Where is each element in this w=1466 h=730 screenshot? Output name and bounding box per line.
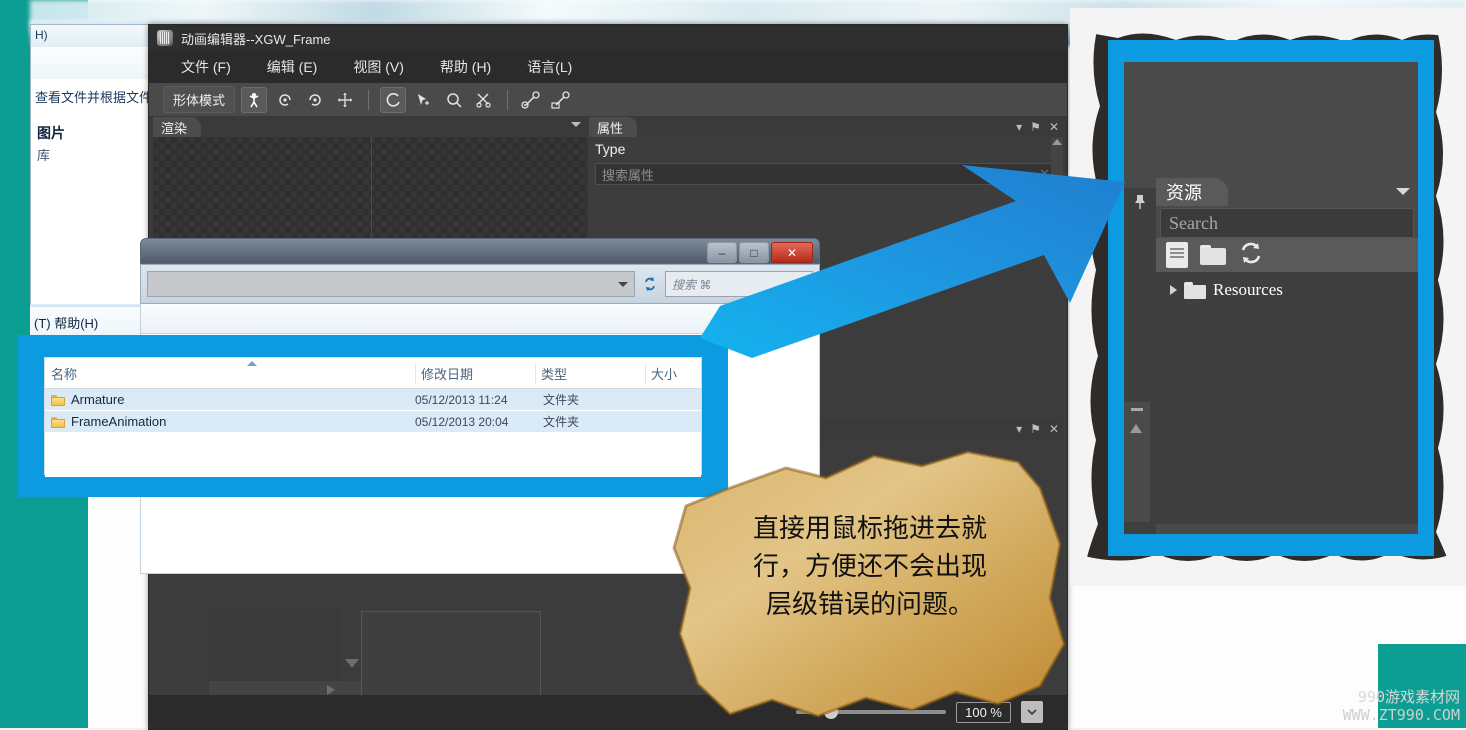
menu-view[interactable]: 视图 (V) bbox=[335, 57, 422, 77]
watermark: 990游戏素材网 WWW.ZT990.COM bbox=[1343, 688, 1460, 724]
highlight-callout-box: 名称 修改日期 类型 大小 Armature 05/12/2013 11:24 … bbox=[18, 335, 728, 497]
note-line-3: 层级错误的问题。 bbox=[765, 590, 974, 620]
note-line-2: 行，方便还不会出现 bbox=[752, 552, 987, 582]
explorer-menu-fragment-top: H) bbox=[35, 28, 48, 42]
chevron-down-icon[interactable] bbox=[1396, 188, 1410, 195]
rail-marker bbox=[1131, 408, 1143, 411]
file-name: FrameAnimation bbox=[71, 414, 167, 429]
editor-title-text: 动画编辑器--XGW_Frame bbox=[181, 31, 331, 47]
file-type: 文件夹 bbox=[543, 393, 580, 407]
table-row[interactable]: FrameAnimation 05/12/2013 20:04 文件夹 bbox=[45, 411, 701, 433]
properties-type-label: Type bbox=[595, 141, 626, 157]
column-divider-3[interactable] bbox=[645, 364, 646, 384]
resources-toolbar bbox=[1156, 238, 1418, 272]
inset-editor-region: 资源 Search Resources bbox=[1124, 62, 1418, 534]
watermark-line-2: WWW.ZT990.COM bbox=[1342, 706, 1460, 724]
refresh-icon[interactable] bbox=[639, 273, 661, 295]
menu-help[interactable]: 帮助 (H) bbox=[422, 57, 509, 77]
zoom-icon[interactable] bbox=[442, 88, 466, 112]
menu-language[interactable]: 语言(L) bbox=[509, 57, 590, 77]
move-icon[interactable] bbox=[333, 88, 357, 112]
arrow-up-right-icon bbox=[700, 160, 1160, 360]
folder-icon bbox=[1184, 281, 1206, 299]
lower-panel-collapse-icon[interactable]: ▾ bbox=[1016, 422, 1022, 436]
editor-title-bar: 动画编辑器--XGW_Frame bbox=[149, 25, 1067, 51]
address-input[interactable] bbox=[147, 271, 635, 297]
menu-edit[interactable]: 编辑 (E) bbox=[249, 57, 336, 77]
bone-tool-alt-icon[interactable] bbox=[549, 88, 573, 112]
new-document-icon[interactable] bbox=[1166, 242, 1188, 268]
refresh-icon[interactable] bbox=[1238, 241, 1264, 270]
column-header-type[interactable]: 类型 bbox=[535, 358, 645, 388]
lower-panel-pin-icon[interactable]: ⚑ bbox=[1030, 422, 1041, 436]
timeline-caret-icon[interactable] bbox=[345, 659, 359, 668]
nav-item-library[interactable]: 库 bbox=[37, 145, 50, 164]
menu-file[interactable]: 文件 (F) bbox=[163, 57, 249, 77]
undo-icon[interactable] bbox=[273, 88, 297, 112]
render-panel-tabrow: 渲染 bbox=[153, 117, 587, 137]
timeline-preview-box[interactable] bbox=[209, 609, 339, 681]
editor-toolbar: 形体模式 bbox=[149, 83, 1067, 117]
select-arrow-icon[interactable] bbox=[412, 88, 436, 112]
column-header-date[interactable]: 修改日期 bbox=[415, 358, 535, 388]
column-header-name[interactable]: 名称 bbox=[45, 358, 415, 388]
properties-search-placeholder: 搜索属性 bbox=[602, 167, 655, 183]
file-list-empty-area[interactable] bbox=[45, 433, 701, 477]
resources-search-input[interactable]: Search bbox=[1160, 208, 1414, 238]
panel-pin-icon[interactable]: ⚑ bbox=[1030, 120, 1041, 134]
folder-icon bbox=[51, 394, 65, 406]
panel-collapse-icon[interactable]: ▾ bbox=[1016, 120, 1022, 134]
file-type: 文件夹 bbox=[543, 415, 580, 429]
explorer-description: 查看文件并根据文件夹 bbox=[35, 90, 166, 105]
file-date: 05/12/2013 11:24 bbox=[415, 392, 508, 407]
column-header-size[interactable]: 大小 bbox=[645, 358, 701, 388]
tab-properties[interactable]: 属性 bbox=[589, 117, 638, 137]
file-name: Armature bbox=[71, 392, 125, 407]
sort-ascending-icon bbox=[247, 361, 257, 366]
file-list: 名称 修改日期 类型 大小 Armature 05/12/2013 11:24 … bbox=[44, 357, 702, 477]
column-divider-2[interactable] bbox=[535, 364, 536, 384]
toolbar-divider-1 bbox=[368, 89, 370, 110]
toolbar-divider-2 bbox=[507, 89, 509, 110]
note-line-1: 直接用鼠标拖进去就 bbox=[752, 514, 987, 544]
tab-resources[interactable]: 资源 bbox=[1156, 178, 1228, 206]
chevron-down-icon[interactable] bbox=[571, 122, 581, 127]
panel-close-icon[interactable]: ✕ bbox=[1049, 120, 1059, 134]
parchment-note: 直接用鼠标拖进去就 行，方便还不会出现 层级错误的问题。 bbox=[668, 448, 1080, 728]
scroll-up-icon[interactable] bbox=[1052, 139, 1062, 145]
character-pose-icon[interactable] bbox=[241, 86, 268, 113]
parchment-text: 直接用鼠标拖进去就 行，方便还不会出现 层级错误的问题。 bbox=[720, 510, 1020, 624]
tree-item-resources[interactable]: Resources bbox=[1156, 280, 1418, 300]
file-date: 05/12/2013 20:04 bbox=[415, 414, 509, 429]
lower-panel-close-icon[interactable]: ✕ bbox=[1049, 422, 1059, 436]
resources-tree: Resources bbox=[1156, 272, 1418, 524]
redo-icon[interactable] bbox=[303, 88, 327, 112]
new-folder-icon[interactable] bbox=[1200, 245, 1226, 265]
shape-mode-button[interactable]: 形体模式 bbox=[163, 86, 236, 113]
play-icon[interactable] bbox=[327, 685, 335, 695]
triangle-right-icon[interactable] bbox=[1170, 285, 1177, 295]
folder-icon bbox=[51, 416, 65, 428]
inset-side-rail bbox=[1124, 402, 1150, 522]
bone-cut-icon[interactable] bbox=[472, 88, 496, 112]
rotate-icon[interactable] bbox=[380, 86, 407, 113]
chevron-down-icon[interactable] bbox=[618, 281, 628, 287]
resources-panel: 资源 Search Resources bbox=[1156, 178, 1418, 534]
properties-panel-tabrow: 属性 ▾ ⚑ ✕ bbox=[589, 117, 1063, 137]
resources-tabrow: 资源 bbox=[1156, 178, 1418, 206]
film-reel-icon bbox=[157, 30, 173, 46]
tree-item-label: Resources bbox=[1213, 280, 1283, 299]
column-divider-1[interactable] bbox=[415, 364, 416, 384]
file-list-header: 名称 修改日期 类型 大小 bbox=[45, 358, 701, 389]
watermark-line-1: 990游戏素材网 bbox=[1357, 688, 1460, 706]
timeline-frame-box[interactable] bbox=[361, 611, 541, 703]
tab-render[interactable]: 渲染 bbox=[153, 117, 202, 137]
scroll-up-icon[interactable] bbox=[1130, 424, 1142, 433]
editor-menu-bar: 文件 (F) 编辑 (E) 视图 (V) 帮助 (H) 语言(L) bbox=[149, 51, 1067, 83]
nav-item-pictures[interactable]: 图片 bbox=[37, 123, 65, 143]
table-row[interactable]: Armature 05/12/2013 11:24 文件夹 bbox=[45, 389, 701, 411]
bone-tool-icon[interactable] bbox=[519, 88, 543, 112]
